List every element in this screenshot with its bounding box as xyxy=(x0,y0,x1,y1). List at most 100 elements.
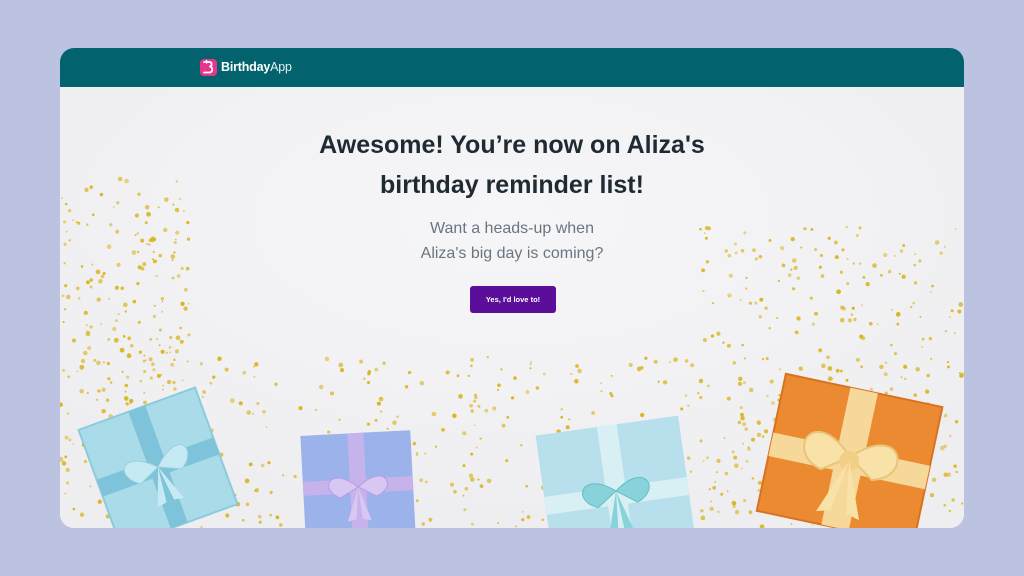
glitter-speck xyxy=(840,369,843,373)
glitter-speck xyxy=(183,306,188,311)
glitter-speck xyxy=(689,470,693,473)
headline-line-1: Awesome! You’re now on Aliza's xyxy=(319,131,705,159)
glitter-speck xyxy=(63,308,67,311)
glitter-speck xyxy=(434,445,438,448)
glitter-speck xyxy=(914,253,916,256)
glitter-speck xyxy=(726,396,731,401)
glitter-speck xyxy=(86,330,90,335)
brand-logo[interactable]: BirthdayApp xyxy=(200,58,292,76)
glitter-speck xyxy=(841,248,845,252)
glitter-speck xyxy=(245,502,250,507)
glitter-speck xyxy=(759,297,764,302)
glitter-speck xyxy=(896,322,900,326)
glitter-speck xyxy=(958,302,964,307)
glitter-speck xyxy=(740,415,745,421)
glitter-speck xyxy=(814,311,818,316)
glitter-speck xyxy=(77,297,81,300)
glitter-speck xyxy=(741,442,745,445)
glitter-speck xyxy=(513,376,517,380)
glitter-speck xyxy=(470,364,473,368)
glitter-speck xyxy=(144,205,150,210)
glitter-speck xyxy=(847,318,852,323)
glitter-speck xyxy=(913,281,918,285)
glitter-speck xyxy=(758,255,763,259)
glitter-speck xyxy=(129,402,132,405)
glitter-speck xyxy=(119,347,125,353)
glitter-speck xyxy=(506,415,510,419)
glitter-speck xyxy=(63,220,67,224)
glitter-speck xyxy=(126,375,130,379)
glitter-speck xyxy=(109,223,113,227)
glitter-speck xyxy=(741,467,743,470)
glitter-speck xyxy=(733,455,738,460)
glitter-speck xyxy=(913,393,916,396)
glitter-speck xyxy=(66,294,71,300)
glitter-speck xyxy=(470,452,474,456)
glitter-speck xyxy=(739,299,742,301)
glitter-speck xyxy=(777,279,781,283)
glitter-speck xyxy=(800,246,803,249)
glitter-speck xyxy=(173,241,177,245)
glitter-speck xyxy=(158,253,162,258)
glitter-speck xyxy=(500,368,503,371)
glitter-speck xyxy=(521,517,525,522)
glitter-speck xyxy=(132,299,137,304)
glitter-speck xyxy=(765,357,769,361)
glitter-speck xyxy=(542,372,546,376)
glitter-speck xyxy=(99,192,104,197)
glitter-speck xyxy=(187,333,191,337)
glitter-speck xyxy=(743,381,746,385)
glitter-speck xyxy=(101,408,106,414)
glitter-speck xyxy=(72,219,74,221)
glitter-speck xyxy=(943,245,946,248)
glitter-speck xyxy=(778,368,782,371)
glitter-speck xyxy=(65,467,70,473)
glitter-speck xyxy=(818,265,822,269)
glitter-speck xyxy=(378,396,384,402)
glitter-speck xyxy=(179,197,182,201)
glitter-speck xyxy=(83,310,88,316)
glitter-speck xyxy=(787,273,792,277)
glitter-speck xyxy=(560,415,564,419)
glitter-speck xyxy=(363,377,366,381)
glitter-speck xyxy=(66,412,69,415)
glitter-speck xyxy=(65,230,68,233)
glitter-speck xyxy=(484,408,489,413)
glitter-speck xyxy=(275,515,280,520)
glitter-speck xyxy=(700,515,706,521)
glitter-speck xyxy=(790,522,793,525)
glitter-speck xyxy=(86,392,89,394)
glitter-speck xyxy=(72,507,76,511)
glitter-speck xyxy=(479,484,484,488)
glitter-speck xyxy=(148,243,151,246)
glitter-speck xyxy=(662,380,668,385)
glitter-speck xyxy=(269,490,273,494)
glitter-speck xyxy=(702,289,705,293)
glitter-speck xyxy=(116,262,121,267)
glitter-speck xyxy=(726,343,731,348)
glitter-speck xyxy=(827,366,833,371)
glitter-speck xyxy=(441,427,445,432)
glitter-speck xyxy=(85,223,89,226)
glitter-speck xyxy=(541,518,545,522)
glitter-speck xyxy=(124,383,129,388)
glitter-speck xyxy=(780,246,785,251)
glitter-speck xyxy=(386,427,389,430)
glitter-speck xyxy=(168,345,172,349)
yes-love-to-button[interactable]: Yes, I'd love to! xyxy=(470,286,556,313)
glitter-speck xyxy=(165,351,169,354)
glitter-speck xyxy=(67,375,70,379)
glitter-speck xyxy=(748,387,754,393)
glitter-speck xyxy=(149,376,153,380)
glitter-speck xyxy=(738,376,743,381)
glitter-speck xyxy=(793,265,798,270)
glitter-speck xyxy=(757,422,761,426)
glitter-speck xyxy=(953,332,956,335)
glitter-speck xyxy=(814,248,818,251)
glitter-speck xyxy=(126,353,132,359)
glitter-speck xyxy=(644,356,648,360)
glitter-speck xyxy=(868,321,873,326)
glitter-speck xyxy=(690,363,695,368)
glitter-speck xyxy=(140,238,145,243)
glitter-speck xyxy=(145,242,149,246)
